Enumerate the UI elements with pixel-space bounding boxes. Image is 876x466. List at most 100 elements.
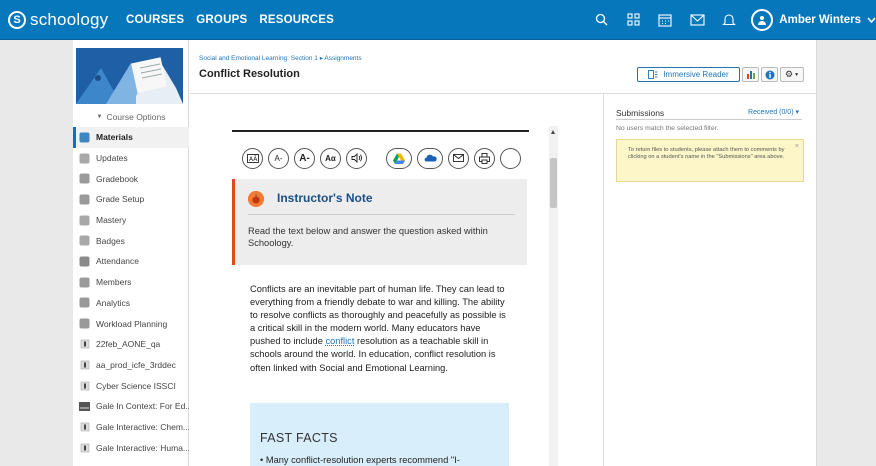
nav-courses[interactable]: COURSES <box>114 0 196 40</box>
mastery-icon <box>79 215 90 226</box>
sidebar-item-label: Mastery <box>96 215 127 226</box>
calendar-icon[interactable] <box>649 0 681 40</box>
user-name: Amber Winters <box>779 13 861 26</box>
sidebar-item-gale-in-context-for-ed[interactable]: Gale In Context: For Ed... <box>73 396 189 417</box>
schoology-logo[interactable]: S schoology <box>0 0 114 40</box>
submissions-help-note: × To return files to students, please at… <box>616 139 804 182</box>
onedrive-button[interactable] <box>417 147 443 169</box>
sidebar-item-cyber-science-issci[interactable]: Cyber Science ISSCI <box>73 375 189 396</box>
google-drive-icon <box>393 153 405 164</box>
sidebar-item-label: Workload Planning <box>96 318 168 329</box>
attendance-icon <box>79 256 90 267</box>
viewer-top-rule <box>232 130 529 132</box>
gale-icon <box>79 401 90 412</box>
app-icon <box>79 359 90 370</box>
print-icon <box>479 152 490 164</box>
sidebar-item-label: Gale In Context: For Ed... <box>96 401 189 412</box>
bell-icon[interactable] <box>713 0 745 40</box>
app-window: S schoology COURSES GROUPS RESOURCES Amb… <box>0 0 876 466</box>
grade-setup-icon <box>79 194 90 205</box>
course-sidebar: ▼ Course Options Materials Updates Gradebo… <box>73 40 189 466</box>
received-filter-dropdown[interactable]: Received (0/0) ▾ <box>748 108 799 116</box>
course-options[interactable]: ▼ Course Options <box>73 108 189 126</box>
stats-button[interactable] <box>742 67 759 82</box>
scroll-thumb[interactable] <box>550 158 557 208</box>
sidebar-item-grade-setup[interactable]: Grade Setup <box>73 189 189 210</box>
sidebar-item-aa-prod-icfe-3rddec[interactable]: aa_prod_icfe_3rddec <box>73 355 189 376</box>
onedrive-icon <box>424 154 437 162</box>
immersive-reader-button[interactable]: Immersive Reader <box>637 67 740 82</box>
sidebar-item-gale-interactive-huma[interactable]: Gale Interactive: Huma... <box>73 437 189 458</box>
sidebar-item-gradebook[interactable]: Gradebook <box>73 168 189 189</box>
settings-button[interactable]: ⚙ ▼ <box>780 67 804 82</box>
sidebar-item-label: 22feb_AONE_qa <box>96 339 161 350</box>
chevron-down-icon <box>867 17 876 23</box>
grid-icon[interactable] <box>617 0 649 40</box>
reader-toolbar: AĀ A- A- Aα <box>242 145 529 171</box>
main-panel: Social and Emotional Learning: Section 1… <box>189 40 817 466</box>
user-menu[interactable]: Amber Winters <box>745 0 876 40</box>
print-button[interactable] <box>474 147 495 169</box>
logo-text: schoology <box>30 9 109 29</box>
fast-facts-box: FAST FACTS • Many conflict-resolution ex… <box>250 403 509 466</box>
sidebar-item-attendance[interactable]: Attendance <box>73 251 189 272</box>
sidebar-item-mastery[interactable]: Mastery <box>73 210 189 231</box>
top-navigation: S schoology COURSES GROUPS RESOURCES Amb… <box>0 0 876 40</box>
sidebar-item-updates[interactable]: Updates <box>73 148 189 169</box>
search-icon[interactable] <box>585 0 617 40</box>
sidebar-item-label: Cyber Science ISSCI <box>96 380 176 391</box>
submissions-empty-text: No users match the selected filter. <box>616 125 719 132</box>
chevron-down-icon: ▼ <box>96 114 103 120</box>
app-icon <box>79 339 90 350</box>
sidebar-item-label: Attendance <box>96 256 140 267</box>
chevron-down-icon: ▼ <box>794 71 800 78</box>
sidebar-item-gale-interactive-chem[interactable]: Gale Interactive: Chem... <box>73 417 189 438</box>
scroll-up-arrow-icon[interactable] <box>551 130 555 134</box>
text-mode-button[interactable]: AĀ <box>242 147 263 169</box>
members-icon <box>79 277 90 288</box>
nav-groups[interactable]: GROUPS <box>196 0 259 40</box>
increase-text-button[interactable]: A- <box>294 147 315 169</box>
sidebar-item-badges[interactable]: Badges <box>73 230 189 251</box>
sidebar-item-workload-planning[interactable]: Workload Planning <box>73 313 189 334</box>
sidebar-item-analytics[interactable]: Analytics <box>73 293 189 314</box>
sidebar-item-members[interactable]: Members <box>73 272 189 293</box>
font-button[interactable]: Aα <box>320 147 341 169</box>
sidebar-item-label: Gale Interactive: Chem... <box>96 421 189 432</box>
more-button[interactable] <box>500 147 521 169</box>
viewer-scrollbar[interactable] <box>549 126 558 466</box>
mail-icon <box>453 154 464 162</box>
svg-text:Ā: Ā <box>253 155 258 162</box>
close-icon[interactable]: × <box>795 143 799 152</box>
submissions-title: Submissions <box>616 108 665 118</box>
sidebar-item-materials[interactable]: Materials <box>73 127 189 148</box>
info-button[interactable] <box>761 67 778 82</box>
audio-button[interactable] <box>346 147 367 169</box>
google-drive-button[interactable] <box>386 147 412 169</box>
gradebook-icon <box>79 173 90 184</box>
sidebar-item-label: Materials <box>96 132 133 143</box>
immersive-reader-icon <box>648 70 658 79</box>
sidebar-item-label: Gale Interactive: Huma... <box>96 442 189 453</box>
speaker-icon <box>351 153 362 163</box>
fast-facts-title: FAST FACTS <box>260 431 338 445</box>
nav-resources[interactable]: RESOURCES <box>259 0 346 40</box>
sidebar-item-label: aa_prod_icfe_3rddec <box>96 359 176 370</box>
sidebar-item-label: Members <box>96 277 132 288</box>
conflict-link[interactable]: conflict <box>325 336 354 346</box>
submissions-panel: Submissions Received (0/0) ▾ No users ma… <box>603 94 817 466</box>
sidebar-item-22feb-aone-qa[interactable]: 22feb_AONE_qa <box>73 334 189 355</box>
logo-mark: S <box>8 10 26 29</box>
course-options-label: Course Options <box>106 112 166 122</box>
email-button[interactable] <box>448 147 469 169</box>
avatar-icon <box>751 8 774 31</box>
instructors-note-text: Read the text below and answer the quest… <box>248 226 488 249</box>
content-viewer: AĀ A- A- Aα Instructor's Note Read the t… <box>232 130 529 466</box>
bar-chart-icon <box>746 71 755 79</box>
materials-icon <box>79 132 90 143</box>
mail-icon[interactable] <box>681 0 713 40</box>
breadcrumb[interactable]: Social and Emotional Learning: Section 1… <box>199 54 362 62</box>
article-body: Conflicts are an inevitable part of huma… <box>250 283 512 375</box>
gear-icon: ⚙ <box>784 69 794 79</box>
decrease-text-button[interactable]: A- <box>268 147 289 169</box>
